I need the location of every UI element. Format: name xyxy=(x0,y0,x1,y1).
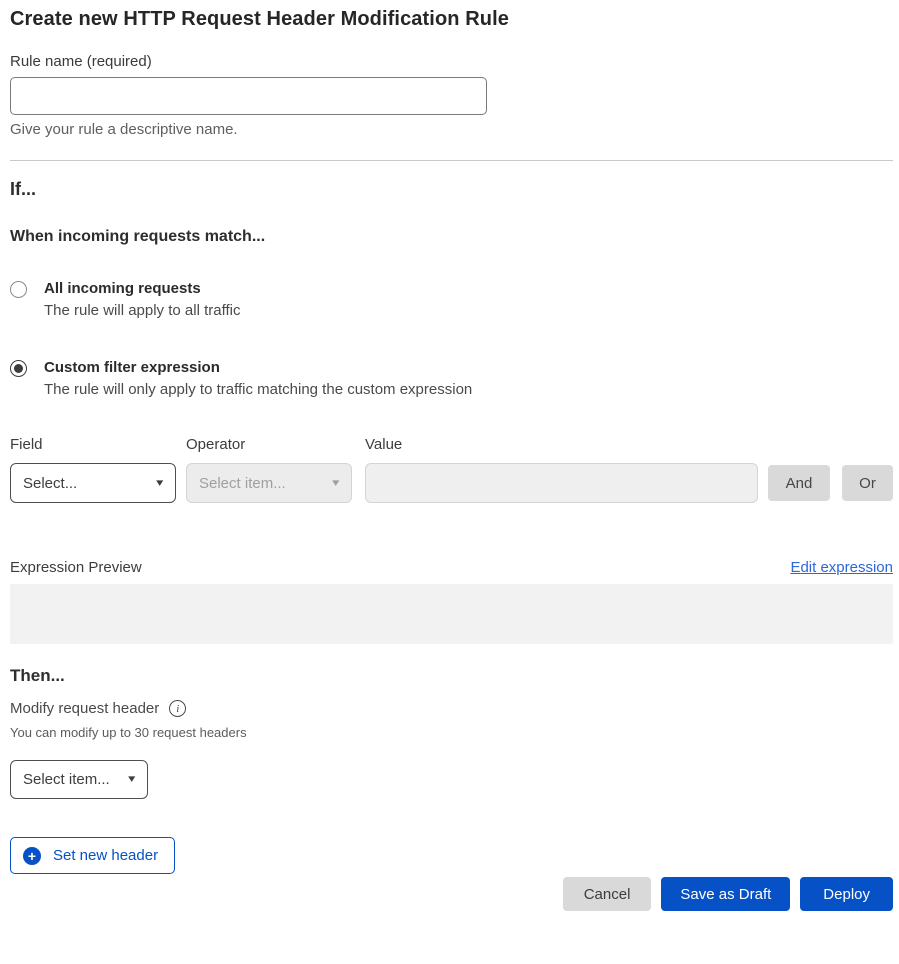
field-column: Field Select... ▾ xyxy=(10,436,176,503)
rule-name-input[interactable] xyxy=(10,77,487,115)
rule-name-help: Give your rule a descriptive name. xyxy=(10,121,893,138)
expression-preview-box xyxy=(10,584,893,644)
chevron-down-icon: ▾ xyxy=(129,774,136,785)
radio-selected-icon[interactable] xyxy=(10,360,27,377)
page-title: Create new HTTP Request Header Modificat… xyxy=(10,8,893,31)
rule-name-label: Rule name (required) xyxy=(10,53,893,70)
expression-preview-label: Expression Preview xyxy=(10,559,142,576)
and-button[interactable]: And xyxy=(768,465,830,501)
plus-icon: + xyxy=(23,847,41,865)
header-action-select[interactable]: Select item... ▾ xyxy=(10,760,148,799)
field-select[interactable]: Select... ▾ xyxy=(10,463,176,503)
value-label: Value xyxy=(365,436,758,454)
operator-select-value: Select item... xyxy=(199,475,286,492)
value-column: Value xyxy=(365,436,758,503)
footer-actions: Cancel Save as Draft Deploy xyxy=(10,877,893,911)
radio-description: The rule will apply to all traffic xyxy=(44,302,240,319)
radio-option-texts: All incoming requests The rule will appl… xyxy=(44,280,240,319)
modify-request-header-label: Modify request header xyxy=(10,700,159,717)
if-heading: If... xyxy=(10,179,893,200)
radio-label: Custom filter expression xyxy=(44,359,472,376)
set-new-header-button[interactable]: + Set new header xyxy=(10,837,175,874)
radio-option-texts: Custom filter expression The rule will o… xyxy=(44,359,472,398)
operator-column: Operator Select item... ▾ xyxy=(186,436,352,503)
expression-builder-row: Field Select... ▾ Operator Select item..… xyxy=(10,436,893,503)
then-heading: Then... xyxy=(10,666,893,686)
radio-option-custom-filter[interactable]: Custom filter expression The rule will o… xyxy=(10,359,893,398)
section-divider xyxy=(10,160,893,161)
field-select-value: Select... xyxy=(23,475,77,492)
operator-label: Operator xyxy=(186,436,352,454)
radio-label: All incoming requests xyxy=(44,280,240,297)
value-input[interactable] xyxy=(365,463,758,503)
modify-header-help: You can modify up to 30 request headers xyxy=(10,725,893,740)
radio-option-all-incoming[interactable]: All incoming requests The rule will appl… xyxy=(10,280,893,319)
modify-header-row: Modify request header i xyxy=(10,700,893,717)
deploy-button[interactable]: Deploy xyxy=(800,877,893,911)
chevron-down-icon: ▾ xyxy=(157,478,164,489)
save-as-draft-button[interactable]: Save as Draft xyxy=(661,877,790,911)
operator-select[interactable]: Select item... ▾ xyxy=(186,463,352,503)
or-button[interactable]: Or xyxy=(842,465,893,501)
radio-description: The rule will only apply to traffic matc… xyxy=(44,381,472,398)
field-label: Field xyxy=(10,436,176,454)
create-rule-form: Create new HTTP Request Header Modificat… xyxy=(0,8,899,911)
chevron-down-icon: ▾ xyxy=(333,478,340,489)
cancel-button[interactable]: Cancel xyxy=(563,877,652,911)
radio-unselected-icon[interactable] xyxy=(10,281,27,298)
set-new-header-label: Set new header xyxy=(53,847,158,864)
incoming-requests-subheading: When incoming requests match... xyxy=(10,228,893,246)
expression-preview-header: Expression Preview Edit expression xyxy=(10,559,893,576)
edit-expression-link[interactable]: Edit expression xyxy=(790,559,893,576)
info-icon[interactable]: i xyxy=(169,700,186,717)
header-action-select-value: Select item... xyxy=(23,771,110,788)
